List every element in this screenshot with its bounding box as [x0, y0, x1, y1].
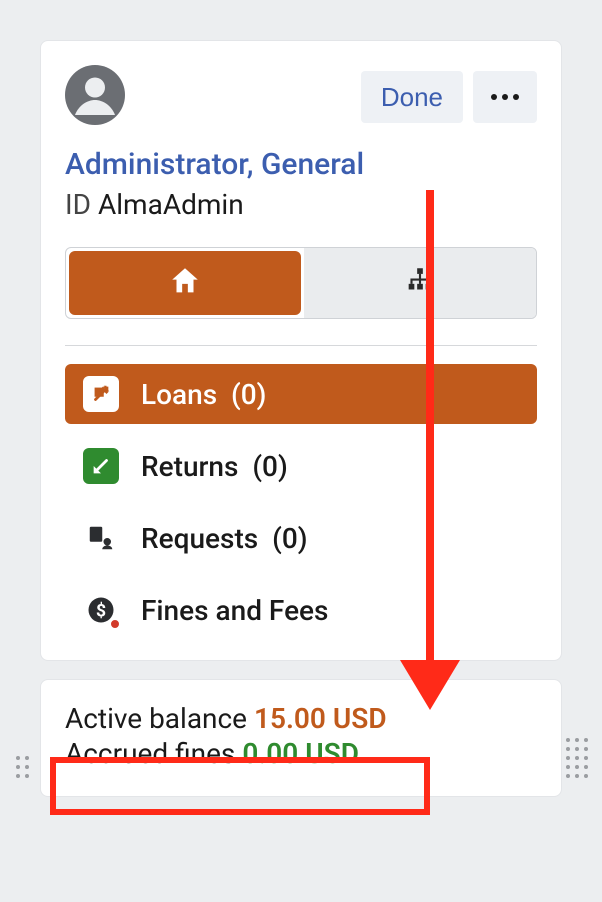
balance-card: Active balance 15.00 USD Accrued fines 0…: [40, 679, 562, 797]
header-actions: Done: [361, 71, 537, 123]
divider: [65, 345, 537, 346]
fines-icon: $: [83, 592, 119, 628]
drag-handle-right[interactable]: [566, 738, 588, 778]
nav-item-label: Loans (0): [141, 378, 266, 411]
returns-icon: [83, 448, 119, 484]
nav-item-requests[interactable]: Requests (0): [65, 508, 537, 568]
svg-text:$: $: [96, 600, 106, 621]
user-id-label: ID: [65, 188, 91, 221]
user-id-value: AlmaAdmin: [98, 188, 244, 221]
user-name-link[interactable]: Administrator, General: [65, 147, 537, 182]
nav-item-returns[interactable]: Returns (0): [65, 436, 537, 496]
user-id-line: ID AlmaAdmin: [65, 188, 537, 221]
active-balance-line: Active balance 15.00 USD: [65, 702, 537, 735]
accrued-fines-amount: 0.00 USD: [242, 737, 359, 770]
nav-item-fines[interactable]: $ Fines and Fees: [65, 580, 537, 640]
accrued-fines-line: Accrued fines 0.00 USD: [65, 737, 537, 770]
card-header: Done: [65, 65, 537, 129]
done-button[interactable]: Done: [361, 71, 463, 123]
nav-item-label: Fines and Fees: [141, 594, 328, 627]
active-balance-amount: 15.00 USD: [254, 702, 387, 735]
more-actions-button[interactable]: [473, 71, 537, 123]
avatar-icon: [65, 65, 125, 129]
loans-icon: [83, 376, 119, 412]
nav-item-label: Requests (0): [141, 522, 308, 555]
active-balance-label: Active balance: [65, 702, 247, 735]
home-icon: [168, 264, 202, 302]
tab-home[interactable]: [69, 251, 301, 315]
nav-item-label: Returns (0): [141, 450, 288, 483]
accrued-fines-label: Accrued fines: [65, 737, 235, 770]
tab-hierarchy[interactable]: [304, 248, 536, 318]
nav-item-loans[interactable]: Loans (0): [65, 364, 537, 424]
alert-dot-icon: [109, 618, 121, 630]
requests-icon: [83, 520, 119, 556]
user-card: Done Administrator, General ID AlmaAdmin: [40, 40, 562, 661]
view-segmented-control: [65, 247, 537, 319]
drag-handle-left[interactable]: [16, 756, 29, 778]
nav-list: Loans (0) Returns (0): [65, 364, 537, 640]
hierarchy-icon: [403, 264, 437, 302]
more-icon: [491, 94, 519, 100]
